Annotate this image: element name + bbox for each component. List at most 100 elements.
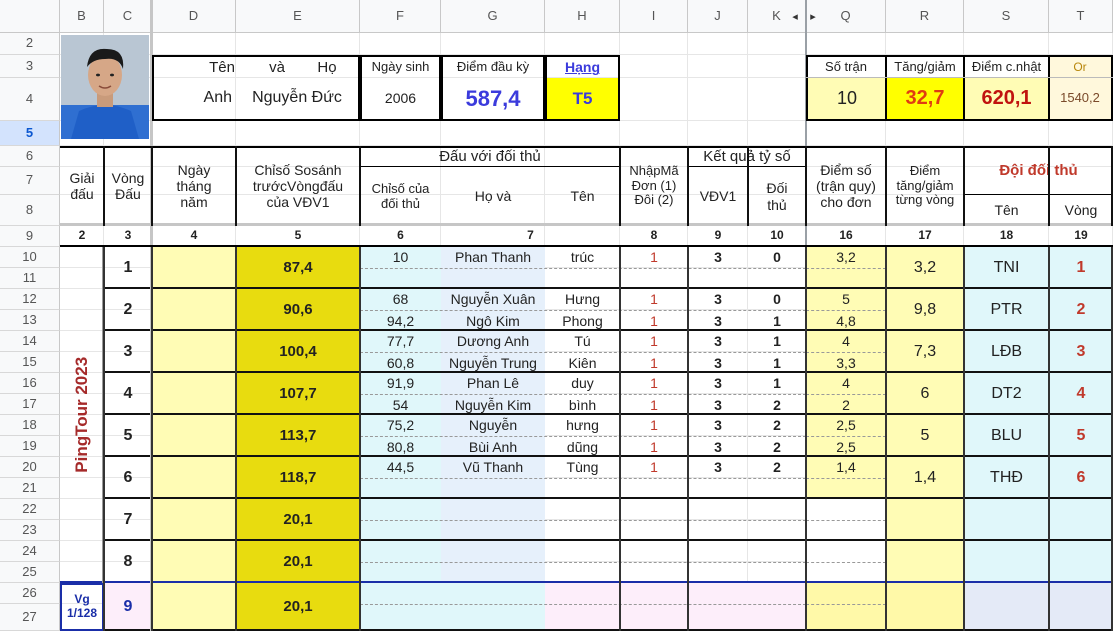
match-points[interactable]: 4,8 [806, 310, 886, 331]
col-header-Q[interactable]: Q [806, 0, 886, 33]
round-number[interactable]: 4 [104, 373, 152, 415]
row-header-4[interactable]: 4 [0, 78, 60, 121]
match-type-code[interactable]: 1 [620, 247, 688, 268]
round-team-vong[interactable]: 4 [1049, 373, 1113, 415]
round-team-name[interactable]: DT2 [964, 373, 1049, 415]
label-va[interactable]: và [252, 57, 302, 78]
score-vdv1[interactable] [688, 520, 748, 541]
vg-label[interactable]: Vg 1/128 [60, 583, 104, 631]
score-vdv1[interactable]: 3 [688, 457, 748, 478]
match-points[interactable]: 4 [806, 331, 886, 352]
round-diem-tang-giam[interactable]: 7,3 [886, 331, 964, 373]
score-vdv1[interactable]: 3 [688, 352, 748, 373]
last-name[interactable]: Nguyễn Đức [236, 78, 358, 119]
round-diem-tang-giam[interactable]: 3,2 [886, 247, 964, 289]
birth-year[interactable]: 2006 [360, 78, 441, 119]
row-header-8[interactable]: 8 [0, 195, 60, 226]
row-header-14[interactable]: 14 [0, 331, 60, 352]
score-vdv1[interactable] [688, 499, 748, 520]
opponent-ten[interactable] [545, 583, 620, 604]
round-team-name[interactable] [964, 499, 1049, 541]
header-ho-va[interactable]: Họ và [441, 167, 545, 226]
match-points[interactable] [806, 604, 886, 631]
round-diem-tang-giam[interactable]: 5 [886, 415, 964, 457]
row-header-12[interactable]: 12 [0, 289, 60, 310]
row-header-27[interactable]: 27 [0, 604, 60, 631]
opponent-ho[interactable]: Nguyễn Xuân [441, 289, 545, 310]
scroll-right-icon[interactable]: ▸ [808, 10, 818, 24]
row-header-17[interactable]: 17 [0, 394, 60, 415]
round-team-vong[interactable]: 2 [1049, 289, 1113, 331]
score-vdv1[interactable]: 3 [688, 373, 748, 394]
opponent-ho[interactable] [441, 541, 545, 562]
label-ngay-sinh[interactable]: Ngày sinh [360, 57, 441, 78]
score-vdv1[interactable] [688, 604, 748, 631]
match-type-code[interactable] [620, 541, 688, 562]
round-number[interactable]: 6 [104, 457, 152, 499]
match-points[interactable]: 1,4 [806, 457, 886, 478]
score-doi-thu[interactable] [748, 604, 806, 631]
col-header-S[interactable]: S [964, 0, 1049, 33]
scroll-left-icon[interactable]: ◂ [790, 10, 800, 24]
row-header-11[interactable]: 11 [0, 268, 60, 289]
round-number[interactable]: 5 [104, 415, 152, 457]
round-team-vong[interactable]: 5 [1049, 415, 1113, 457]
col-header-D[interactable]: D [152, 0, 236, 33]
round-team-name[interactable] [964, 583, 1049, 631]
so-tran-value[interactable]: 10 [808, 78, 886, 119]
row-header-3[interactable]: 3 [0, 55, 60, 78]
row-header-25[interactable]: 25 [0, 562, 60, 583]
score-doi-thu[interactable] [748, 562, 806, 583]
match-points[interactable]: 3,2 [806, 247, 886, 268]
opponent-ho[interactable] [441, 562, 545, 583]
opponent-ho[interactable]: Phan Thanh [441, 247, 545, 268]
rank-value[interactable]: T5 [547, 78, 618, 119]
header-nhap-ma[interactable]: NhậpMã Đơn (1) Đôi (2) [620, 146, 688, 226]
col-header-R[interactable]: R [886, 0, 964, 33]
opponent-chi-so[interactable] [360, 562, 441, 583]
match-points[interactable]: 5 [806, 289, 886, 310]
opponent-ten[interactable]: Kiên [545, 352, 620, 373]
round-team-vong[interactable] [1049, 541, 1113, 583]
round-team-name[interactable]: THĐ [964, 457, 1049, 499]
score-doi-thu[interactable]: 2 [748, 415, 806, 436]
col-header-F[interactable]: F [360, 0, 441, 33]
tang-giam-value[interactable]: 32,7 [886, 78, 964, 119]
score-vdv1[interactable]: 3 [688, 247, 748, 268]
opponent-chi-so[interactable] [360, 541, 441, 562]
score-vdv1[interactable]: 3 [688, 415, 748, 436]
score-doi-thu[interactable] [748, 583, 806, 604]
opponent-ho[interactable] [441, 268, 545, 289]
match-type-code[interactable]: 1 [620, 352, 688, 373]
score-vdv1[interactable] [688, 478, 748, 499]
col-number-17[interactable]: 17 [886, 226, 964, 247]
opponent-ten[interactable]: Phong [545, 310, 620, 331]
col-number-10[interactable]: 10 [748, 226, 806, 247]
score-doi-thu[interactable]: 0 [748, 247, 806, 268]
round-diem-tang-giam[interactable] [886, 583, 964, 631]
match-points[interactable] [806, 541, 886, 562]
round-diem-tang-giam[interactable]: 9,8 [886, 289, 964, 331]
opponent-chi-so[interactable]: 44,5 [360, 457, 441, 478]
first-name[interactable]: Anh [154, 78, 236, 119]
opponent-ho[interactable] [441, 499, 545, 520]
col-number-7[interactable]: 7 [441, 226, 620, 247]
round-number[interactable]: 1 [104, 247, 152, 289]
match-type-code[interactable]: 1 [620, 373, 688, 394]
score-doi-thu[interactable]: 1 [748, 373, 806, 394]
score-vdv1[interactable] [688, 268, 748, 289]
opponent-ten[interactable] [545, 562, 620, 583]
col-number-4[interactable]: 4 [152, 226, 236, 247]
col-number-19[interactable]: 19 [1049, 226, 1113, 247]
score-doi-thu[interactable]: 1 [748, 331, 806, 352]
opponent-ho[interactable] [441, 520, 545, 541]
opponent-ho[interactable] [441, 583, 545, 604]
opponent-ho[interactable]: Vũ Thanh [441, 457, 545, 478]
header-vong-team[interactable]: Vòng [1049, 195, 1113, 226]
round-diem-tang-giam[interactable] [886, 499, 964, 541]
row-header-24[interactable]: 24 [0, 541, 60, 562]
col-header-J[interactable]: J [688, 0, 748, 33]
score-doi-thu[interactable]: 2 [748, 394, 806, 415]
row-header-26[interactable]: 26 [0, 583, 60, 604]
header-ten-team[interactable]: Tên [964, 195, 1049, 226]
